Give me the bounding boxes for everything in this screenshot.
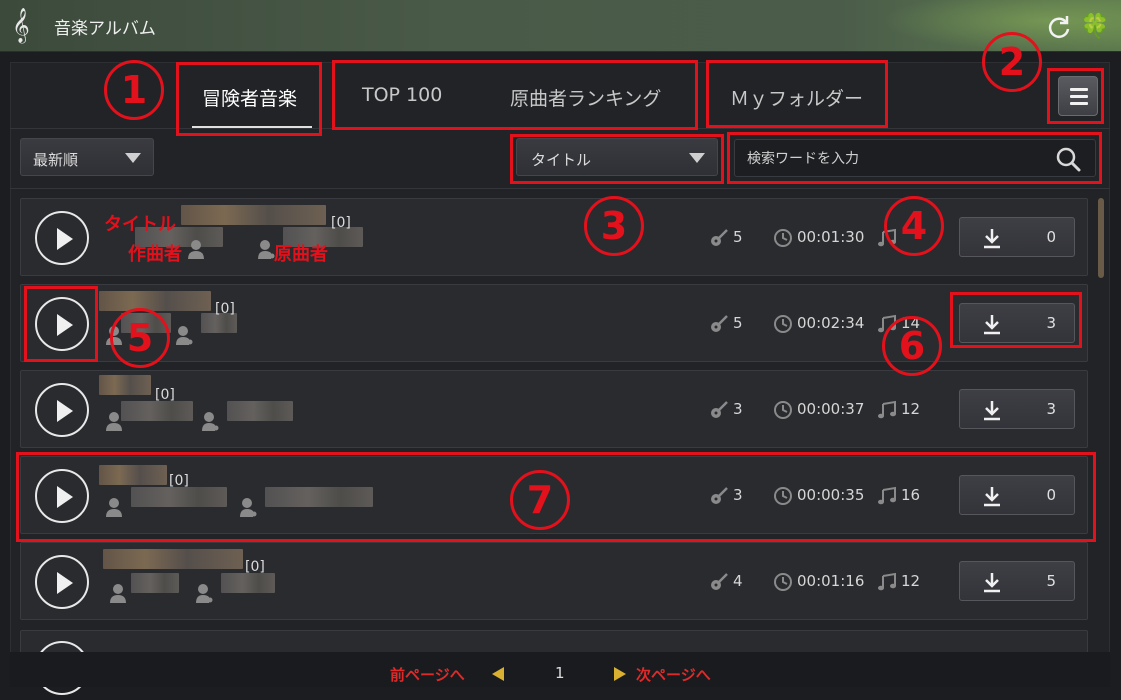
original-artist-icon [175, 325, 193, 345]
original-artist-redacted [221, 573, 275, 593]
annotation-box-1 [176, 62, 322, 136]
next-page-link[interactable]: 次ページへ [636, 664, 711, 685]
song-title-redacted [181, 205, 326, 225]
annotation-box-tabs [332, 60, 698, 130]
divider [10, 188, 1110, 189]
annotation-box-5 [24, 286, 98, 362]
song-title-redacted [99, 375, 151, 395]
annotation-number-4: 4 [884, 196, 944, 256]
download-icon [982, 571, 1002, 593]
refresh-icon[interactable] [1046, 14, 1072, 40]
annotation-box-2 [1047, 68, 1104, 124]
composer-icon [187, 239, 205, 259]
clock-icon [773, 228, 793, 248]
list-item[interactable]: [0] 4 00:01:16 12 5 [20, 542, 1088, 620]
page-number: 1 [555, 664, 565, 682]
composer-icon [109, 583, 127, 603]
annotation-box-3a [510, 134, 724, 184]
comment-count: [0] [155, 387, 175, 403]
composer-name-redacted [121, 401, 193, 421]
treble-clef-icon: 𝄞 [12, 8, 30, 43]
window-title: 音楽アルバム [54, 19, 156, 39]
sort-select-value: 最新順 [33, 151, 79, 169]
clock-icon [773, 572, 793, 592]
annotation-number-7: 7 [510, 470, 570, 530]
annotation-composer-label: 作曲者 [128, 244, 182, 265]
annotation-box-6 [950, 292, 1082, 348]
duration: 00:02:34 [797, 314, 865, 332]
comment-count: [0] [215, 301, 235, 317]
download-button[interactable]: 5 [959, 561, 1075, 601]
annotation-number-3: 3 [584, 196, 644, 256]
composer-icon [105, 411, 123, 431]
original-artist-icon [257, 239, 275, 259]
duration: 00:01:30 [797, 228, 865, 246]
annotation-number-1: 1 [104, 60, 164, 120]
song-title-redacted [99, 291, 211, 311]
clover-icon[interactable]: 🍀 [1080, 12, 1110, 40]
annotation-number-5: 5 [110, 308, 170, 368]
clock-icon [773, 400, 793, 420]
clock-icon [773, 314, 793, 334]
prev-page-link[interactable]: 前ページへ [390, 664, 465, 685]
duration: 00:00:37 [797, 400, 865, 418]
sort-select[interactable]: 最新順 [20, 138, 154, 176]
comment-count: [0] [331, 215, 351, 231]
comment-count: [0] [245, 559, 265, 575]
annotation-original-label: 原曲者 [274, 244, 328, 265]
next-arrow-icon[interactable] [614, 667, 626, 681]
note-count: 12 [901, 400, 921, 418]
download-count: 0 [1046, 228, 1056, 246]
player-count: 3 [733, 400, 743, 418]
play-icon[interactable] [35, 211, 89, 265]
guitar-icon [709, 228, 729, 248]
composer-name-redacted [131, 573, 179, 593]
original-artist-icon [201, 411, 219, 431]
chevron-down-icon [125, 153, 141, 163]
download-icon [982, 399, 1002, 421]
note-count: 12 [901, 572, 921, 590]
annotation-box-my-folder [706, 60, 888, 128]
annotation-number-6: 6 [882, 316, 942, 376]
download-count: 5 [1046, 572, 1056, 590]
music-note-icon [877, 400, 897, 420]
scrollbar[interactable] [1098, 198, 1104, 278]
annotation-number-2: 2 [982, 32, 1042, 92]
player-count: 5 [733, 228, 743, 246]
play-icon[interactable] [35, 555, 89, 609]
play-icon[interactable] [35, 383, 89, 437]
download-button[interactable]: 3 [959, 389, 1075, 429]
player-count: 4 [733, 572, 743, 590]
prev-arrow-icon[interactable] [492, 667, 504, 681]
duration: 00:01:16 [797, 572, 865, 590]
original-artist-icon [195, 583, 213, 603]
guitar-icon [709, 314, 729, 334]
annotation-title-label: タイトル [104, 214, 176, 235]
guitar-icon [709, 572, 729, 592]
list-item[interactable]: [0] 3 00:00:37 12 3 [20, 370, 1088, 448]
guitar-icon [709, 400, 729, 420]
song-title-redacted [103, 549, 243, 569]
music-note-icon [877, 572, 897, 592]
annotation-box-3b [727, 132, 1102, 184]
original-artist-redacted [227, 401, 293, 421]
player-count: 5 [733, 314, 743, 332]
download-button[interactable]: 0 [959, 217, 1075, 257]
download-icon [982, 227, 1002, 249]
download-count: 3 [1046, 400, 1056, 418]
title-bar: 𝄞 音楽アルバム 🍀 [0, 0, 1121, 52]
